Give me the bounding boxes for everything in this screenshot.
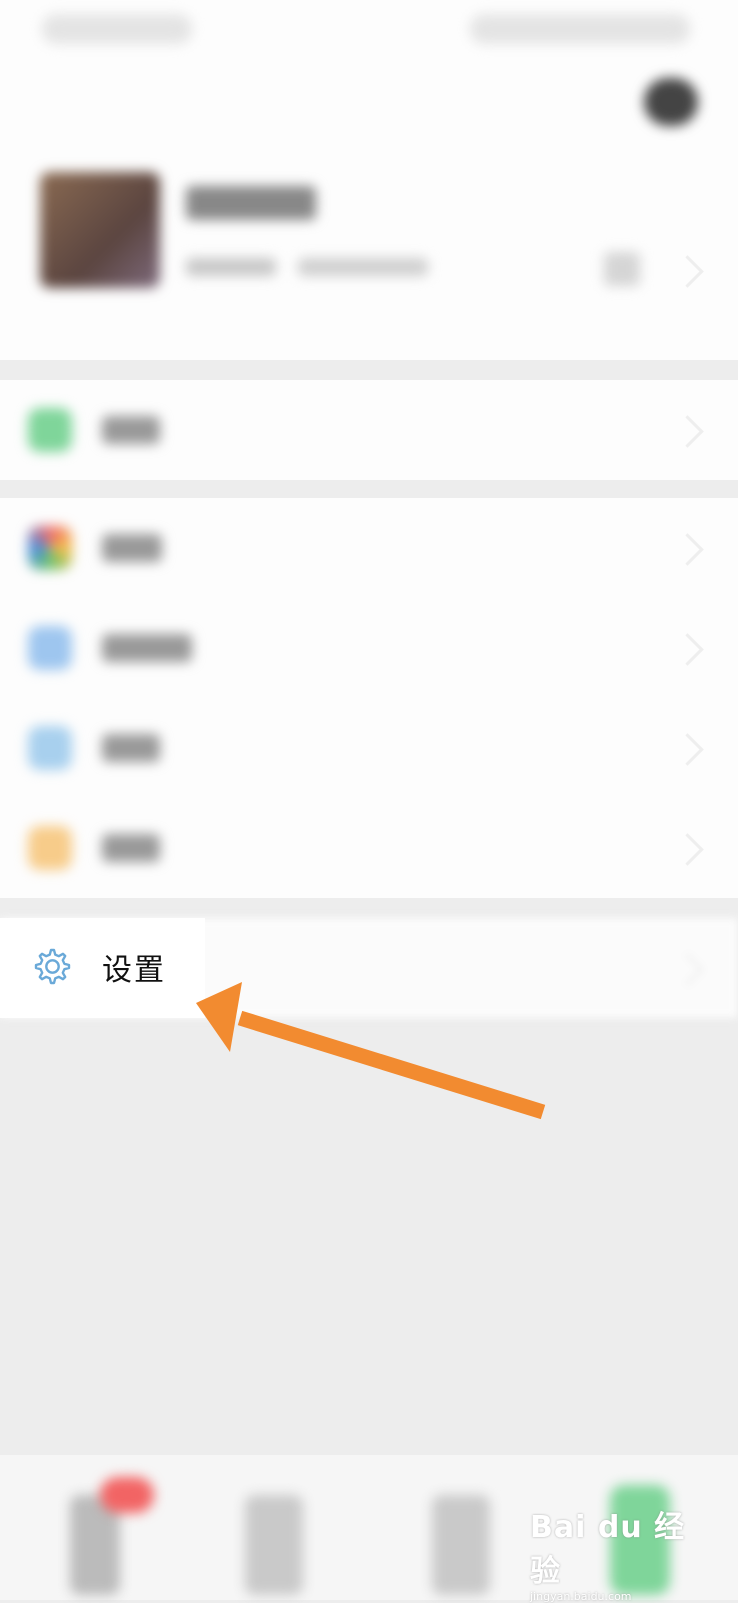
unread-badge xyxy=(100,1477,154,1513)
nav-discover-icon[interactable] xyxy=(432,1495,490,1595)
watermark-brand: Bai du 经验 xyxy=(530,1510,686,1589)
nav-contacts-icon[interactable] xyxy=(245,1495,303,1595)
watermark-url: jingyan.baidu.com xyxy=(530,1590,632,1603)
arrow-annotation xyxy=(196,982,546,1120)
watermark: Bai du 经验 jingyan.baidu.com xyxy=(530,1502,700,1603)
